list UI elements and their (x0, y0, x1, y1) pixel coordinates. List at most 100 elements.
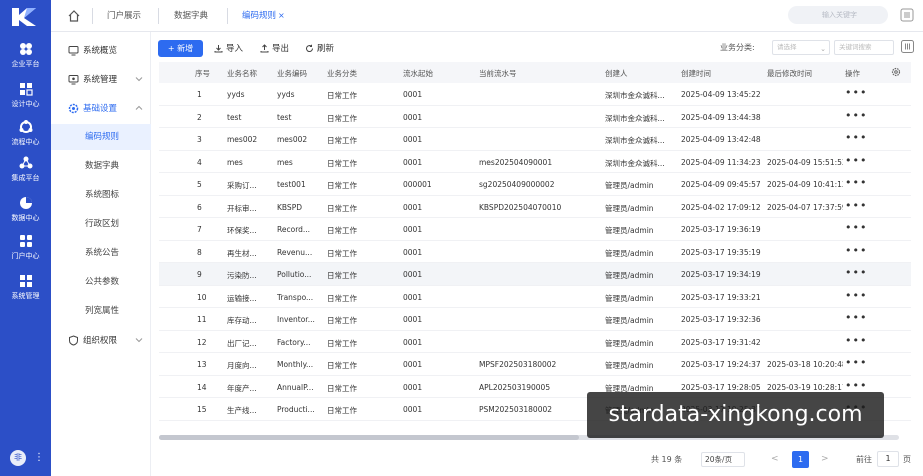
sidebar-sub-announcements[interactable]: 系统公告 (51, 240, 151, 266)
table-row[interactable]: 5 采购订... test001 日常工作 000001 sg20250409000002… (159, 173, 911, 196)
tab-data-dictionary[interactable]: 数据字典 (174, 9, 208, 21)
rail-item-label: 设计中心 (11, 99, 40, 108)
row-actions-icon[interactable]: ••• (845, 266, 867, 279)
table-cell: 2025-04-09 13:42:48 (681, 135, 761, 144)
biz-category-select[interactable]: 请选择 ⌄ (772, 40, 830, 55)
row-actions-icon[interactable]: ••• (845, 109, 867, 122)
table-row[interactable]: 9 污染防... Pollutio... 日常工作 0001 管理员/admin 2025-… (159, 263, 911, 286)
row-actions-icon[interactable]: ••• (845, 86, 867, 99)
global-search-input[interactable]: 输入关键字 (788, 6, 888, 24)
column-header: 业务名称 (227, 69, 257, 78)
table-cell: 日常工作 (327, 271, 357, 280)
table-cell: 5 (197, 180, 202, 189)
export-button[interactable]: 导出 (260, 42, 289, 54)
table-row[interactable]: 1 yyds yyds 日常工作 0001 深圳市金众诚科... 2025-04-09 13… (159, 83, 911, 106)
add-button[interactable]: + 新增 (158, 40, 203, 57)
watermark: stardata-xingkong.com (587, 392, 884, 438)
table-row[interactable]: 6 开标审... KBSPD 日常工作 0001 KBSPD202504070010 管理员… (159, 196, 911, 218)
biz-category-label: 业务分类: (720, 43, 755, 52)
next-page-icon[interactable]: > (821, 454, 829, 464)
settings-icon[interactable] (891, 67, 901, 77)
column-header: 业务分类 (327, 69, 357, 78)
scrollbar-thumb[interactable] (159, 435, 579, 440)
home-icon[interactable] (67, 9, 81, 23)
sidebar-sub-column-width[interactable]: 列宽属性 (51, 298, 151, 324)
table-cell: 2025-03-17 19:33:21 (681, 292, 761, 302)
row-actions-icon[interactable]: ••• (845, 244, 867, 257)
sidebar-item-overview[interactable]: 系统概览 (51, 37, 151, 63)
row-actions-icon[interactable]: ••• (845, 379, 867, 392)
row-actions-icon[interactable]: ••• (845, 199, 867, 212)
page-number-current[interactable]: 1 (792, 451, 809, 468)
coding-rules-table: 序号 业务名称 业务编码 业务分类 流水起始 当前流水号 创建人 创建时间 最后… (159, 62, 911, 440)
tab-coding-rules[interactable]: 编码规则 × (242, 9, 285, 21)
desktop-icon (68, 74, 79, 84)
sidebar-sub-public-params[interactable]: 公共参数 (51, 269, 151, 295)
table-row[interactable]: 13 月度向... Monthly... 日常工作 0001 MPSF2025031800… (159, 353, 911, 376)
rail-item-enterprise[interactable]: 企业平台 (0, 38, 51, 72)
table-row[interactable]: 4 mes mes 日常工作 0001 mes202504090001 深圳市金众诚科...… (159, 151, 911, 173)
row-actions-icon[interactable]: ••• (845, 221, 867, 234)
sidebar-sub-system-icons[interactable]: 系统图标 (51, 182, 151, 208)
avatar[interactable]: 非 (10, 450, 26, 466)
app-logo[interactable] (10, 6, 40, 28)
keyword-search-input[interactable]: 关键词搜索 (834, 40, 894, 55)
rail-item-data[interactable]: 数据中心 (0, 192, 51, 226)
table-cell: 2025-04-09 09:45:57 (681, 180, 761, 189)
table-row[interactable]: 7 环保奖... Record... 日常工作 0001 管理员/admin 2025-03… (159, 218, 911, 241)
row-actions-icon[interactable]: ••• (845, 131, 867, 144)
column-header: 最后修改时间 (767, 69, 812, 78)
table-row[interactable]: 8 再生材... Revenu... 日常工作 0001 管理员/admin 2025-03… (159, 241, 911, 263)
table-row[interactable]: 10 运输接... Transpo... 日常工作 0001 管理员/admin 2025-… (159, 286, 911, 308)
sidebar-item-label: 基础设置 (83, 104, 118, 114)
table-cell: mes (277, 157, 293, 167)
sidebar-sub-coding-rules[interactable]: 编码规则 (51, 124, 151, 150)
side-menu: 系统概览 系统管理 基础设置 编码规则 数据字典 系统图标 行政区划 系统公告 … (51, 32, 151, 476)
app-rail: 企业平台 设计中心 流程中心 集成平台 数据中心 门户中心 系统管理 非 ⋮ (0, 0, 51, 476)
table-cell: mes002 (227, 135, 258, 144)
rail-item-integration[interactable]: 集成平台 (0, 152, 51, 186)
more-icon[interactable]: ⋮ (34, 450, 44, 466)
row-actions-icon[interactable]: ••• (845, 154, 867, 167)
chevron-down-icon (135, 77, 143, 82)
refresh-icon (306, 44, 314, 52)
import-button[interactable]: 导入 (214, 42, 243, 54)
table-row[interactable]: 2 test test 日常工作 0001 深圳市金众诚科... 2025-04-09 13… (159, 106, 911, 128)
columns-toggle-icon[interactable] (901, 40, 914, 53)
page-size-select[interactable]: 20条/页 (701, 452, 745, 467)
table-cell: 采购订... (227, 181, 257, 190)
rail-item-design[interactable]: 设计中心 (0, 78, 51, 112)
sidebar-item-org-permissions[interactable]: 组织权限 (51, 327, 151, 353)
rail-item-portal[interactable]: 门户中心 (0, 230, 51, 264)
row-actions-icon[interactable]: ••• (845, 289, 867, 302)
table-row[interactable]: 11 库存动... Inventor... 日常工作 0001 管理员/admin 2025… (159, 308, 911, 331)
sidebar-sub-regions[interactable]: 行政区划 (51, 211, 151, 237)
table-row[interactable]: 3 mes002 mes002 日常工作 0001 深圳市金众诚科... 2025-04-0… (159, 128, 911, 151)
row-actions-icon[interactable]: ••• (845, 334, 867, 347)
rail-item-system[interactable]: 系统管理 (0, 270, 51, 304)
table-cell: 0001 (403, 157, 423, 167)
prev-page-icon[interactable]: < (771, 454, 779, 464)
columns-menu-icon[interactable] (900, 8, 914, 22)
table-cell: KBSPD202504070010 (479, 202, 562, 212)
rail-item-label: 系统管理 (11, 291, 40, 300)
rail-item-label: 数据中心 (11, 213, 40, 222)
rail-item-flow[interactable]: 流程中心 (0, 116, 51, 150)
tab-portal-display[interactable]: 门户展示 (107, 9, 141, 21)
table-cell: 9 (197, 270, 202, 279)
refresh-button[interactable]: 刷新 (305, 42, 334, 54)
sidebar-item-label: 系统概览 (83, 46, 118, 56)
table-cell: 深圳市金众诚科... (605, 113, 665, 123)
row-actions-icon[interactable]: ••• (845, 311, 867, 324)
sidebar-item-basic-settings[interactable]: 基础设置 (51, 95, 151, 121)
close-icon[interactable]: × (278, 11, 285, 20)
table-cell: 0001 (403, 315, 423, 324)
sidebar-item-system-manage[interactable]: 系统管理 (51, 66, 151, 92)
goto-page-input[interactable]: 1 (877, 451, 899, 467)
row-actions-icon[interactable]: ••• (845, 356, 867, 369)
table-row[interactable]: 12 出厂记... Factory... 日常工作 0001 管理员/admin 2025-… (159, 331, 911, 353)
table-cell: 年度产... (227, 383, 257, 393)
sidebar-sub-data-dictionary[interactable]: 数据字典 (51, 153, 151, 179)
row-actions-icon[interactable]: ••• (845, 176, 867, 189)
column-header: 当前流水号 (479, 69, 517, 78)
